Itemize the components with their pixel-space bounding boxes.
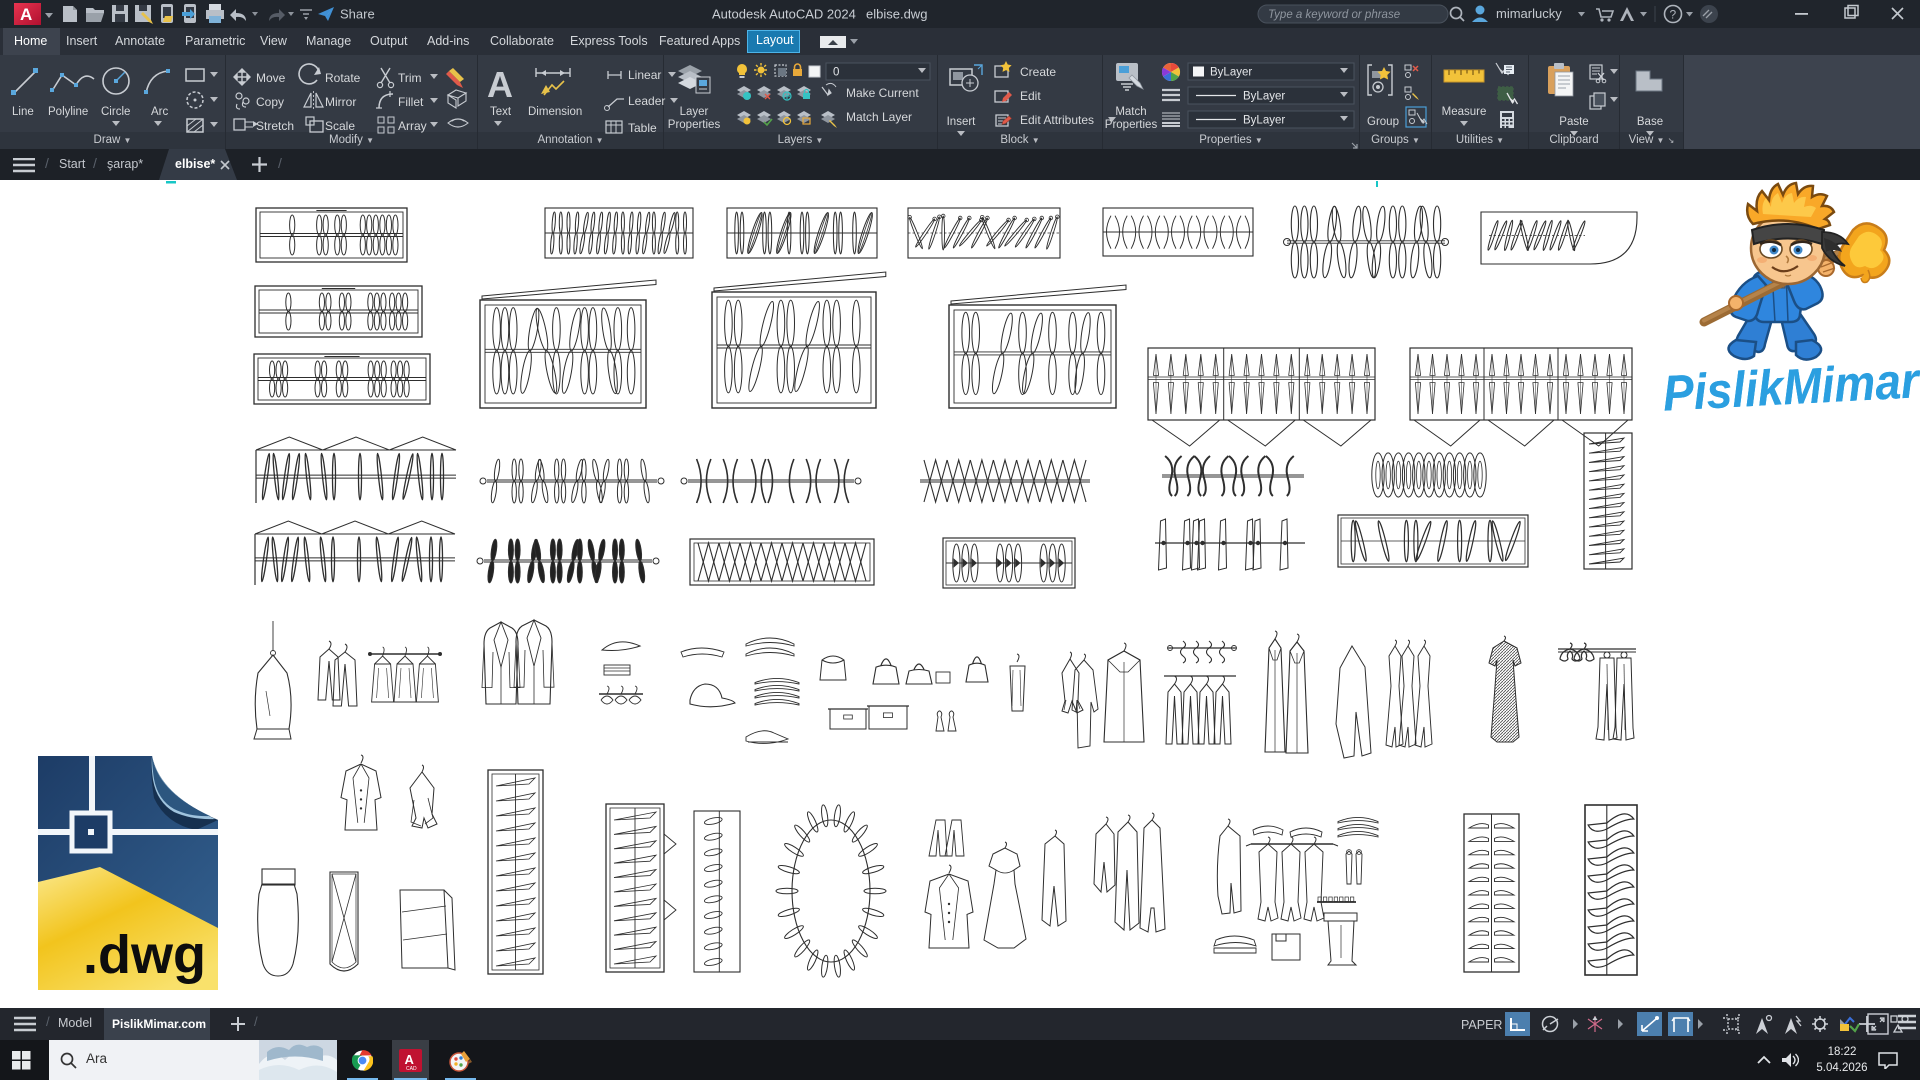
svg-text:ByLayer: ByLayer (1243, 91, 1285, 103)
svg-text:PAPER: PAPER (1461, 1018, 1502, 1032)
svg-text:Share: Share (340, 7, 375, 22)
svg-text:Scale: Scale (325, 119, 355, 133)
svg-text:PislikMimar: PislikMimar (1662, 352, 1920, 421)
svg-text:Base: Base (1637, 116, 1663, 128)
svg-text:Mirror: Mirror (325, 95, 356, 109)
svg-text:Line: Line (12, 106, 34, 118)
svg-text:Edit Attributes: Edit Attributes (1020, 113, 1094, 127)
svg-text:Paste: Paste (1559, 116, 1588, 128)
svg-text:A: A (487, 64, 513, 105)
svg-text:Layer: Layer (680, 106, 709, 118)
svg-text:Polyline: Polyline (48, 106, 88, 118)
svg-text:A: A (20, 5, 32, 24)
svg-text:Autodesk AutoCAD 2024: Autodesk AutoCAD 2024 (712, 7, 856, 22)
svg-text:elbise.dwg: elbise.dwg (866, 7, 927, 22)
svg-text:Fillet: Fillet (398, 95, 424, 109)
svg-text:Linear: Linear (628, 68, 661, 82)
svg-text:Table: Table (628, 121, 657, 135)
svg-text:ByLayer: ByLayer (1243, 115, 1285, 127)
svg-text:Measure: Measure (1442, 106, 1487, 118)
svg-text:Insert: Insert (947, 116, 977, 128)
svg-text:Type a keyword or phrase: Type a keyword or phrase (1268, 9, 1400, 21)
svg-text:Group: Group (1367, 116, 1399, 128)
svg-text:Stretch: Stretch (256, 119, 294, 133)
svg-text:Arc: Arc (151, 106, 169, 118)
svg-text:Edit: Edit (1020, 89, 1041, 103)
svg-text:0: 0 (833, 67, 839, 79)
svg-text:.dwg: .dwg (83, 925, 206, 985)
svg-text:Trim: Trim (398, 71, 422, 85)
svg-text:CAD: CAD (406, 1066, 417, 1072)
svg-text:Dimension: Dimension (528, 106, 582, 118)
svg-text:Copy: Copy (256, 95, 284, 109)
svg-text:Text: Text (490, 106, 512, 118)
svg-text:Create: Create (1020, 65, 1056, 79)
svg-text:Match: Match (1115, 106, 1146, 118)
svg-text:A: A (405, 1052, 415, 1067)
svg-text:Properties: Properties (668, 119, 721, 131)
svg-text:Match Layer: Match Layer (846, 110, 912, 124)
svg-text:mimarlucky: mimarlucky (1496, 6, 1562, 21)
svg-text:Rotate: Rotate (325, 71, 361, 85)
svg-text:Move: Move (256, 71, 286, 85)
svg-text:Array: Array (398, 119, 427, 133)
svg-text:Leader: Leader (628, 94, 665, 108)
svg-text:Make Current: Make Current (846, 86, 919, 100)
svg-text:?: ? (1670, 8, 1677, 22)
svg-text:Properties: Properties (1105, 119, 1158, 131)
svg-text:ByLayer: ByLayer (1210, 67, 1252, 79)
svg-text:Circle: Circle (101, 106, 130, 118)
